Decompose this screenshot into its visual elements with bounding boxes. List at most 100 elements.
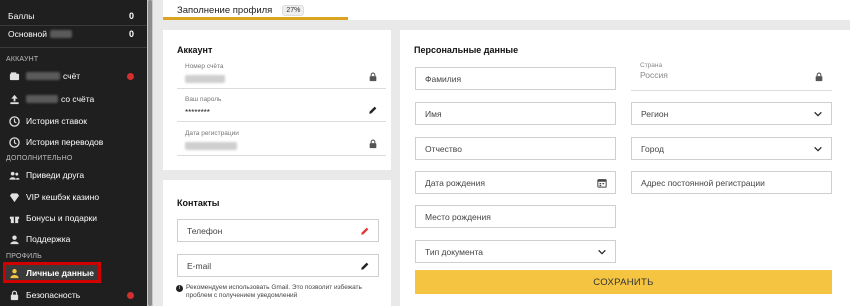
email-placeholder: E-mail [187, 260, 212, 271]
password-field[interactable]: Ваш пароль ******** [177, 96, 386, 122]
account-card-title: Аккаунт [177, 45, 213, 55]
sidebar-item-label: Безопасность [26, 290, 81, 300]
balance-value: 0 [128, 11, 134, 21]
country-label: Страна [640, 62, 663, 69]
balance-label: Основной [8, 29, 47, 39]
lock-icon [8, 289, 20, 301]
divider [0, 47, 147, 48]
lock-icon [813, 71, 824, 82]
password-value: ******** [185, 108, 210, 117]
section-additional: ДОПОЛНИТЕЛЬНО [6, 155, 73, 162]
country-value: Россия [640, 70, 668, 80]
chevron-down-icon [596, 246, 607, 257]
sidebar-item-label: История переводов [26, 137, 104, 147]
field-label: Номер счёта [185, 63, 224, 70]
birth-date-input[interactable]: Дата рождения [415, 171, 616, 194]
sidebar-item-label: VIP кешбэк казино [26, 192, 100, 202]
balance-row-main[interactable]: Основной 0 [0, 26, 147, 42]
document-type-placeholder: Тип документа [425, 246, 483, 257]
email-input[interactable]: E-mail [177, 254, 379, 277]
redacted-text [26, 72, 60, 80]
region-select[interactable]: Регион [631, 102, 832, 125]
sidebar-item-bet-history[interactable]: История ставок [0, 111, 147, 131]
users-icon [8, 169, 20, 181]
country-field: Страна Россия [631, 61, 832, 91]
patronymic-input[interactable]: Отчество [415, 137, 616, 160]
phone-input[interactable]: Телефон [177, 219, 379, 242]
address-placeholder: Адрес постоянной регистрации [641, 177, 765, 188]
pencil-icon[interactable] [359, 260, 370, 271]
lock-icon [368, 72, 378, 82]
history-icon [8, 115, 20, 127]
save-button[interactable]: СОХРАНИТЬ [415, 270, 832, 294]
sidebar-item-deposit[interactable]: счёт [0, 66, 147, 86]
personal-card-title: Персональные данные [414, 45, 519, 55]
contacts-card-title: Контакты [177, 198, 220, 208]
sidebar-item-label: Приведи друга [26, 170, 85, 180]
redacted-value [185, 75, 225, 83]
city-placeholder: Город [641, 143, 664, 154]
sidebar-item-transfer-history[interactable]: История переводов [0, 132, 147, 152]
section-account: АККАУНТ [6, 56, 39, 63]
section-profile: ПРОФИЛЬ [6, 253, 42, 260]
account-card: Аккаунт Номер счёта Ваш пароль ******** … [163, 30, 391, 170]
account-number-field: Номер счёта [177, 63, 386, 89]
gift-icon [8, 212, 20, 224]
profile-tabbar: Заполнение профиля 27% [163, 0, 850, 20]
sidebar-item-security[interactable]: Безопасность [0, 285, 147, 305]
birth-place-input[interactable]: Место рождения [415, 205, 616, 228]
registration-date-field: Дата регистрации [177, 130, 386, 156]
email-note: Рекомендуем использовать Gmail. Это позв… [186, 284, 362, 299]
balance-value: 0 [128, 29, 134, 39]
active-highlight [3, 262, 101, 283]
chevron-down-icon [812, 108, 823, 119]
name-placeholder: Имя [425, 108, 442, 119]
pencil-icon[interactable] [359, 225, 370, 236]
surname-input[interactable]: Фамилия [415, 67, 616, 90]
redacted-value [185, 142, 237, 150]
pencil-icon[interactable] [368, 105, 378, 115]
chevron-down-icon [812, 143, 823, 154]
sidebar-item-withdraw[interactable]: со счёта [0, 89, 147, 109]
region-placeholder: Регион [641, 108, 669, 119]
sidebar: Баллы 0 Основной 0 АККАУНТ счёт со счёта… [0, 0, 147, 306]
sidebar-item-label: Поддержка [26, 234, 71, 244]
info-icon: i [176, 285, 183, 292]
city-select[interactable]: Город [631, 137, 832, 160]
tab-active-underline [163, 17, 348, 20]
sidebar-item-label: счёт [63, 71, 81, 81]
tab-label: Заполнение профиля [177, 4, 273, 16]
redacted-value [49, 30, 72, 38]
completion-badge: 27% [282, 4, 305, 16]
birth-date-placeholder: Дата рождения [425, 177, 485, 188]
calendar-icon[interactable] [596, 177, 607, 188]
sidebar-scrollbar-thumb[interactable] [148, 0, 152, 306]
document-type-select[interactable]: Тип документа [415, 240, 616, 263]
patronymic-placeholder: Отчество [425, 143, 462, 154]
sidebar-item-bonuses[interactable]: Бонусы и подарки [0, 208, 147, 228]
phone-placeholder: Телефон [187, 225, 223, 236]
support-icon [8, 233, 20, 245]
sidebar-item-vip-cashback[interactable]: VIP кешбэк казино [0, 187, 147, 207]
balance-row-points[interactable]: Баллы 0 [0, 8, 147, 24]
sidebar-item-support[interactable]: Поддержка [0, 229, 147, 249]
birth-place-placeholder: Место рождения [425, 211, 491, 222]
surname-placeholder: Фамилия [425, 73, 462, 84]
wallet-icon [8, 70, 20, 82]
field-label: Дата регистрации [185, 130, 239, 137]
alert-badge [127, 292, 134, 299]
sidebar-item-invite-friend[interactable]: Приведи друга [0, 165, 147, 185]
contacts-card: Контакты Телефон E-mail i Рекомендуем ис… [163, 180, 391, 306]
sidebar-item-label: со счёта [61, 94, 95, 104]
lock-icon [368, 139, 378, 149]
history-icon [8, 136, 20, 148]
sidebar-item-label: Бонусы и подарки [26, 213, 98, 223]
redacted-text [26, 95, 58, 103]
field-label: Ваш пароль [185, 96, 222, 103]
upload-icon [8, 93, 20, 105]
balance-label: Баллы [8, 11, 35, 21]
alert-badge [127, 73, 134, 80]
address-input[interactable]: Адрес постоянной регистрации [631, 171, 832, 194]
vip-icon [8, 191, 20, 203]
name-input[interactable]: Имя [415, 102, 616, 125]
